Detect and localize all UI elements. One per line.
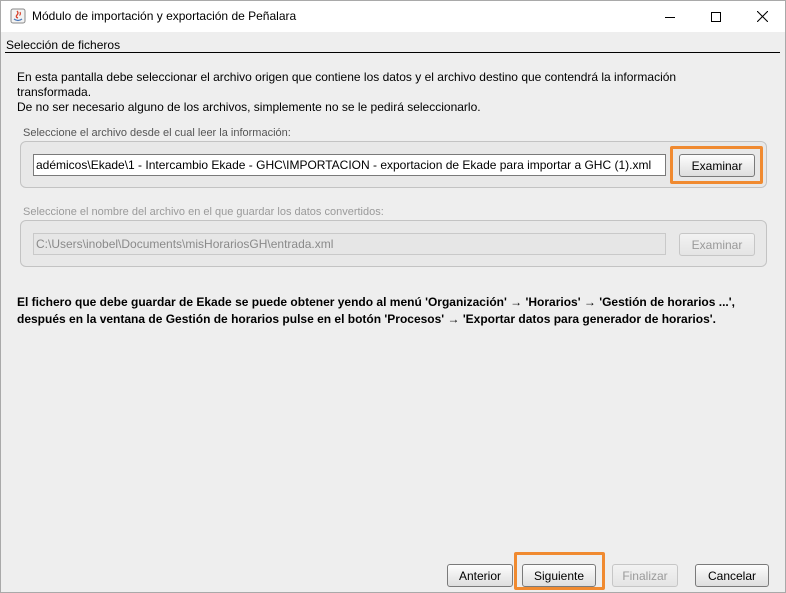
source-browse-button[interactable]: Examinar: [679, 154, 755, 177]
cancel-button[interactable]: Cancelar: [695, 564, 769, 587]
intro-line: De no ser necesario alguno de los archiv…: [17, 100, 481, 114]
maximize-button[interactable]: [693, 1, 739, 32]
back-button[interactable]: Anterior: [447, 564, 513, 587]
section-title: Selección de ficheros: [6, 38, 121, 52]
minimize-icon: [665, 12, 675, 22]
next-button[interactable]: Siguiente: [522, 564, 596, 587]
title-bar: Módulo de importación y exportación de P…: [1, 1, 785, 32]
source-file-group: adémicos\Ekade\1 - Intercambio Ekade - G…: [20, 141, 767, 188]
destination-file-field[interactable]: C:\Users\inobel\Documents\misHorariosGH\…: [33, 233, 666, 255]
window-title: Módulo de importación y exportación de P…: [32, 9, 297, 23]
source-file-label: Seleccione el archivo desde el cual leer…: [23, 127, 291, 139]
destination-file-group: C:\Users\inobel\Documents\misHorariosGH\…: [20, 220, 767, 267]
finish-button[interactable]: Finalizar: [612, 564, 678, 587]
intro-text: En esta pantalla debe seleccionar el arc…: [17, 70, 737, 115]
destination-browse-button[interactable]: Examinar: [679, 233, 755, 256]
destination-file-label: Seleccione el nombre del archivo en el q…: [23, 206, 384, 218]
note-line: El fichero que debe guardar de Ekade se …: [17, 295, 735, 309]
note-line: después en la ventana de Gestión de hora…: [17, 312, 716, 326]
source-file-path: adémicos\Ekade\1 - Intercambio Ekade - G…: [36, 158, 652, 172]
destination-file-path: C:\Users\inobel\Documents\misHorariosGH\…: [36, 237, 334, 251]
ekade-export-note: El fichero que debe guardar de Ekade se …: [17, 294, 757, 328]
importer-window: Módulo de importación y exportación de P…: [0, 0, 786, 593]
maximize-icon: [711, 11, 721, 22]
close-icon: [756, 11, 768, 22]
section-divider: [5, 52, 780, 53]
intro-line: transformada.: [17, 85, 92, 99]
intro-line: En esta pantalla debe seleccionar el arc…: [17, 70, 677, 84]
minimize-button[interactable]: [647, 1, 693, 32]
close-button[interactable]: [739, 1, 785, 32]
source-file-field[interactable]: adémicos\Ekade\1 - Intercambio Ekade - G…: [33, 154, 666, 176]
java-app-icon: [10, 8, 26, 24]
